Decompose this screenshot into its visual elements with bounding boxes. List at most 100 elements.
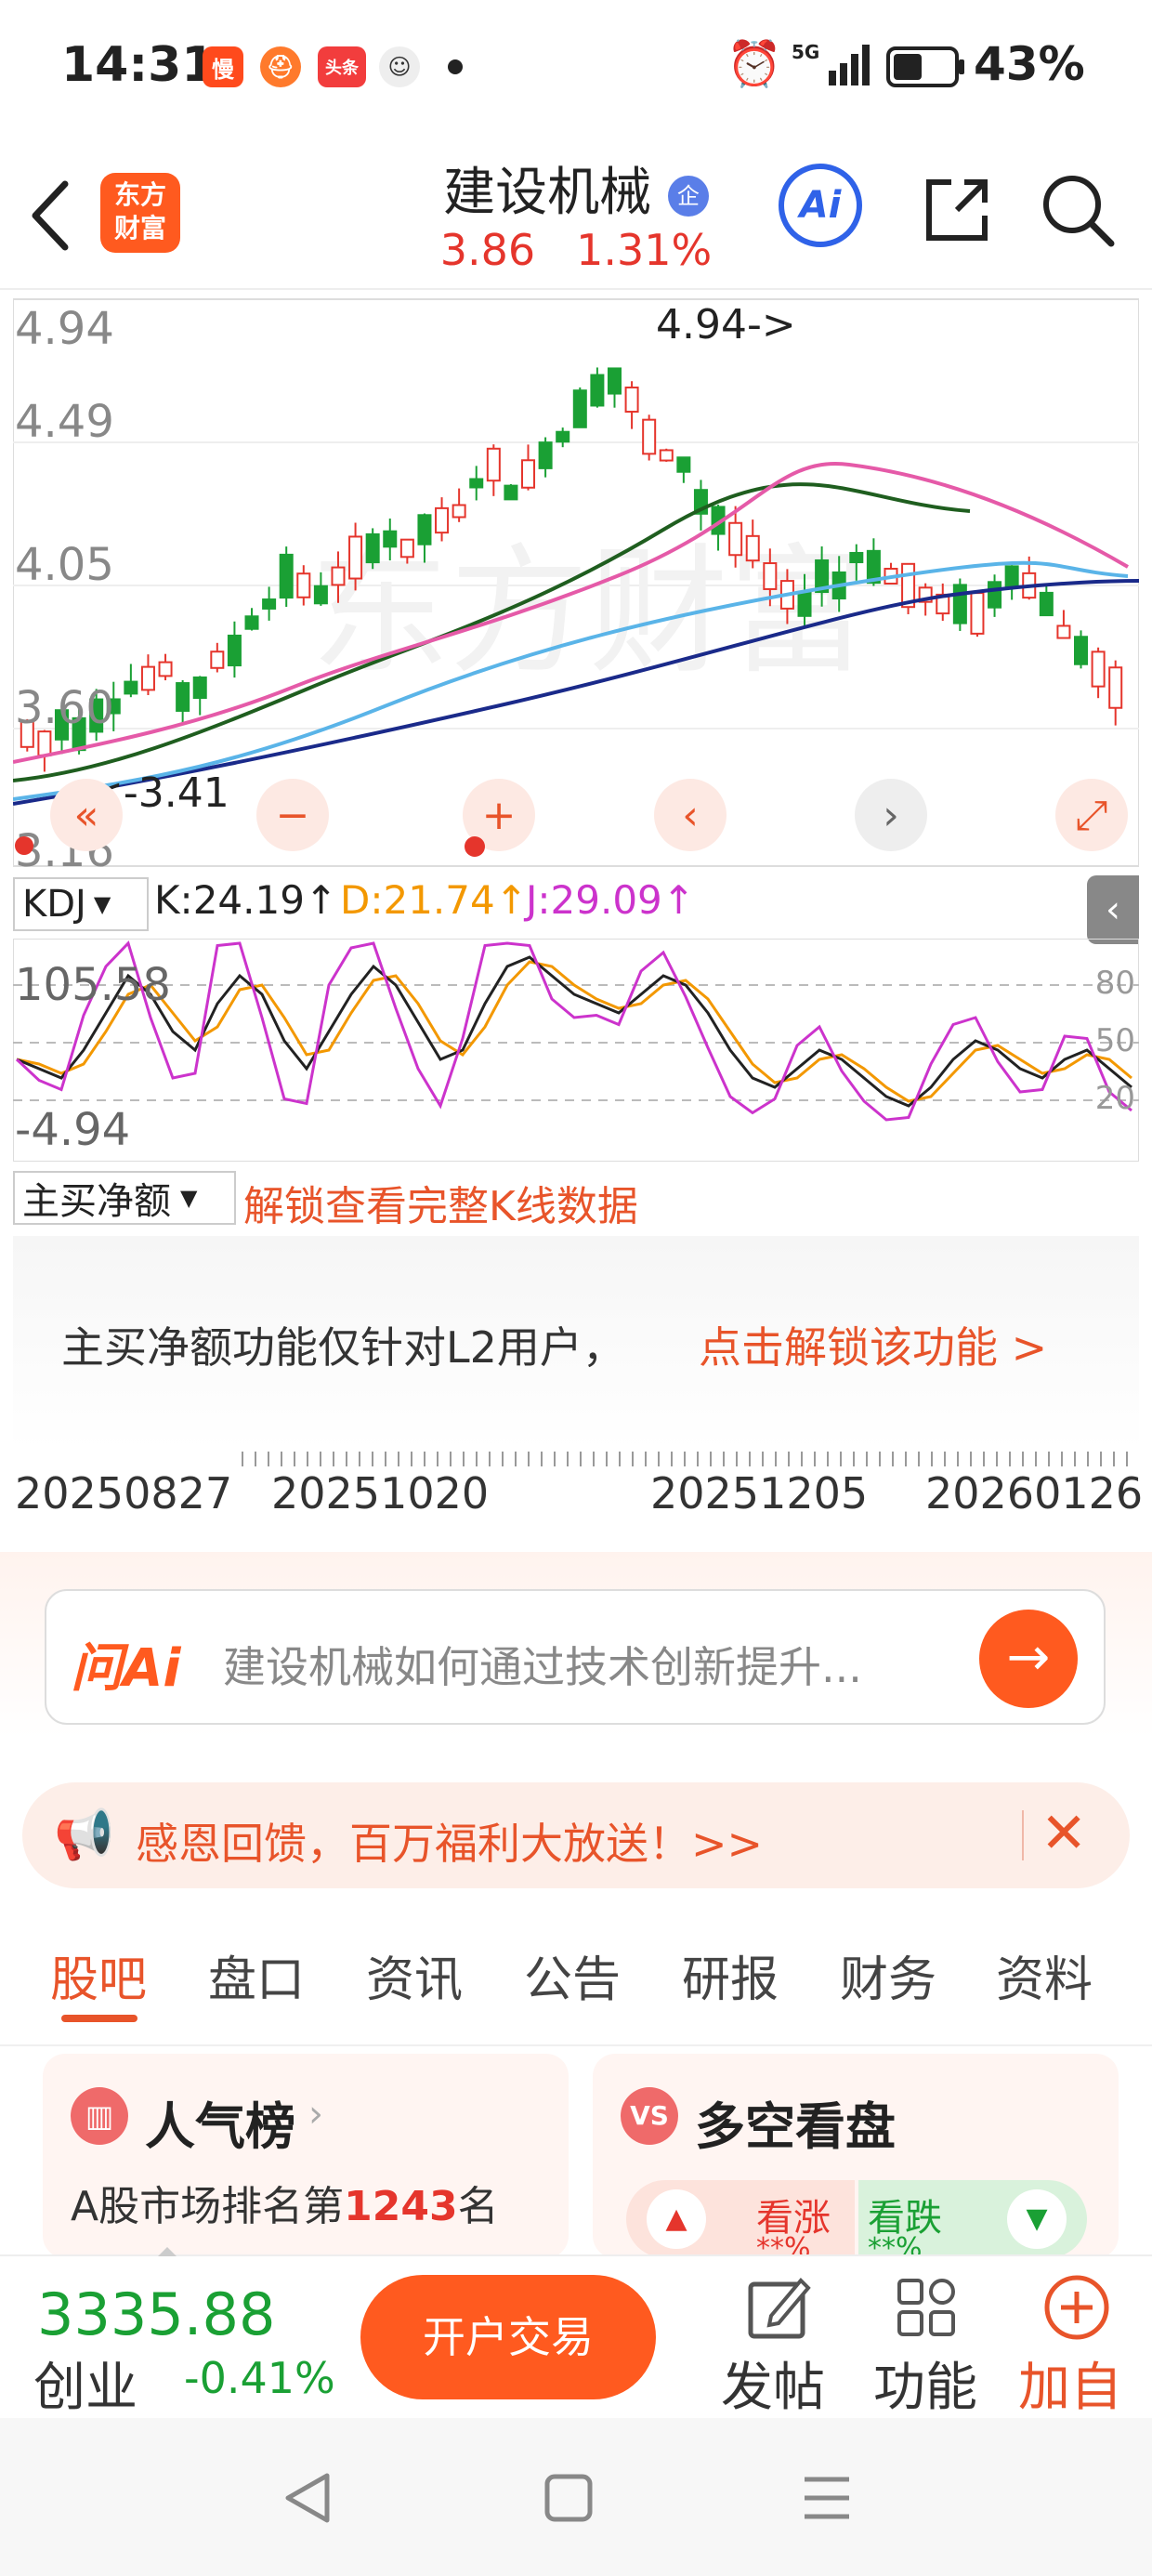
ai-assistant-button[interactable]: Ai	[779, 164, 862, 247]
nav-menu-icon[interactable]	[801, 2474, 853, 2522]
event-dot[interactable]	[465, 836, 485, 857]
search-icon[interactable]	[1039, 171, 1117, 249]
kdj-d-line	[16, 960, 1132, 1103]
l2-locked-panel: 主买净额功能仅针对L2用户， 点击解锁该功能 >	[13, 1236, 1139, 1450]
tab-guba[interactable]: 股吧	[50, 1940, 147, 2010]
bear-button[interactable]: 看跌 **% ▼	[858, 2180, 1087, 2265]
promo-text[interactable]: 感恩回馈，百万福利大放送！>>	[136, 1810, 763, 1872]
bull-button[interactable]: ▲ 看涨 **%	[626, 2180, 855, 2265]
index-value[interactable]: 3335.88	[37, 2280, 275, 2348]
kdj-y-top: 105.58	[15, 959, 171, 1011]
expand-caret-icon[interactable]	[158, 2247, 177, 2256]
kdj-y-bottom: -4.94	[15, 1104, 131, 1156]
status-time: 14:31	[61, 37, 216, 93]
avatar-app-icon: ☺	[379, 46, 420, 87]
more-notifications-dot	[448, 59, 463, 74]
candle	[210, 651, 225, 669]
y-label-top: 4.94	[15, 303, 114, 355]
functions-label[interactable]: 功能	[873, 2346, 977, 2421]
candle	[1004, 565, 1019, 587]
candle	[486, 447, 501, 482]
bull-bear-card[interactable]: VS 多空看盘 ▲ 看涨 **% 看跌 **% ▼	[593, 2054, 1119, 2265]
candle	[952, 584, 967, 624]
scroll-left-button[interactable]: ‹	[654, 779, 727, 851]
add-watchlist-icon[interactable]	[1042, 2273, 1111, 2342]
unlock-kline-link[interactable]: 解锁查看完整K线数据	[243, 1173, 638, 1232]
close-icon[interactable]: ✕	[1041, 1801, 1087, 1866]
signal-icon	[829, 45, 870, 85]
promo-banner[interactable]: 📢 感恩回馈，百万福利大放送！>> ✕	[22, 1782, 1130, 1888]
high-marker: 4.94->	[656, 301, 796, 348]
candle	[383, 530, 398, 548]
y-label-3: 4.05	[15, 539, 114, 591]
candle	[728, 521, 743, 557]
tab-finance[interactable]: 财务	[840, 1940, 936, 2010]
kline-chart[interactable]: 东方财富 4.94 4.49 4.05 3.60 3.16 4.94-> <-3…	[13, 297, 1139, 877]
tab-announcements[interactable]: 公告	[524, 1940, 621, 2010]
nav-back-icon[interactable]	[281, 2470, 333, 2526]
fullscreen-button[interactable]: ⤢	[1055, 779, 1128, 851]
open-account-trade-button[interactable]: 开户交易	[360, 2275, 656, 2399]
candle	[1108, 666, 1123, 709]
popularity-card[interactable]: ▥ 人气榜 › A股市场排名第1243名	[43, 2054, 569, 2258]
kdj-chart[interactable]: 105.58 -4.94 80 50 20	[12, 938, 1140, 1163]
arrow-down-icon: ▼	[1007, 2189, 1067, 2249]
functions-grid-icon[interactable]	[894, 2275, 961, 2342]
candle	[763, 562, 778, 590]
post-label[interactable]: 发帖	[721, 2346, 825, 2421]
battery-icon	[886, 46, 964, 87]
ai-search-placeholder[interactable]: 建设机械如何通过技术创新提升...	[223, 1634, 862, 1695]
candle	[504, 484, 518, 501]
share-icon[interactable]	[920, 173, 994, 247]
ai-search-box[interactable]: 问Ai 建设机械如何通过技术创新提升... →	[45, 1589, 1106, 1725]
ai-submit-button[interactable]: →	[979, 1610, 1078, 1708]
candle	[556, 430, 570, 443]
kdj-k-value: K:24.19↑	[154, 877, 338, 923]
tab-active-indicator	[61, 2015, 137, 2022]
scroll-right-button[interactable]: ›	[855, 779, 927, 851]
toutiao-news-icon: 头条	[318, 46, 366, 87]
kdj-svg	[12, 938, 1140, 1163]
zoom-out-button[interactable]: −	[256, 779, 329, 851]
index-change[interactable]: -0.41%	[184, 2353, 335, 2403]
arrow-up-icon: ▲	[647, 2189, 706, 2249]
indicator-select-netbuy[interactable]: 主买净额 ▼	[13, 1171, 236, 1225]
rewind-button[interactable]: «	[50, 779, 123, 851]
candle	[538, 441, 553, 469]
collapse-panel-button[interactable]: ‹	[1087, 875, 1139, 944]
l2-unlock-link[interactable]: 点击解锁该功能 >	[699, 1314, 1047, 1375]
add-watchlist-label[interactable]: 加自	[1018, 2346, 1122, 2421]
index-name[interactable]: 创业	[33, 2346, 137, 2421]
candle	[521, 459, 536, 489]
candle	[624, 386, 639, 414]
candle	[1039, 591, 1054, 617]
bull-bear-title: 多空看盘	[695, 2097, 896, 2156]
kdj-level-20: 20	[1094, 1080, 1135, 1117]
stock-change: 1.31%	[576, 225, 713, 275]
post-edit-icon[interactable]	[745, 2275, 812, 2342]
candle	[279, 553, 294, 599]
nav-home-icon[interactable]	[543, 2472, 595, 2524]
candle	[37, 730, 52, 756]
network-5g-label: 5G	[792, 41, 820, 63]
indicator-select-kdj[interactable]: KDJ ▼	[13, 877, 149, 931]
date-label-2: 20251020	[271, 1468, 490, 1518]
tab-news[interactable]: 资讯	[366, 1940, 463, 2010]
alarm-icon: ⏰	[727, 38, 782, 90]
tab-profile[interactable]: 资料	[996, 1940, 1093, 2010]
candle	[192, 676, 207, 700]
candle	[1074, 636, 1089, 665]
candle	[140, 665, 155, 691]
candle	[642, 418, 657, 455]
candle	[572, 389, 587, 428]
tab-pankou[interactable]: 盘口	[208, 1940, 305, 2010]
status-bar: 14:31 慢 ⛑ 头条 ☺ ⏰ 5G 43%	[0, 0, 1152, 139]
candle	[244, 615, 259, 630]
y-label-4: 3.60	[15, 682, 114, 734]
tab-research[interactable]: 研报	[682, 1940, 779, 2010]
candle	[399, 538, 414, 559]
event-dot[interactable]	[15, 836, 33, 855]
stock-header: 东方 财富 建设机械 企 3.86 1.31% Ai	[0, 139, 1152, 290]
kdj-level-80: 80	[1094, 965, 1135, 1002]
candle	[745, 534, 760, 562]
